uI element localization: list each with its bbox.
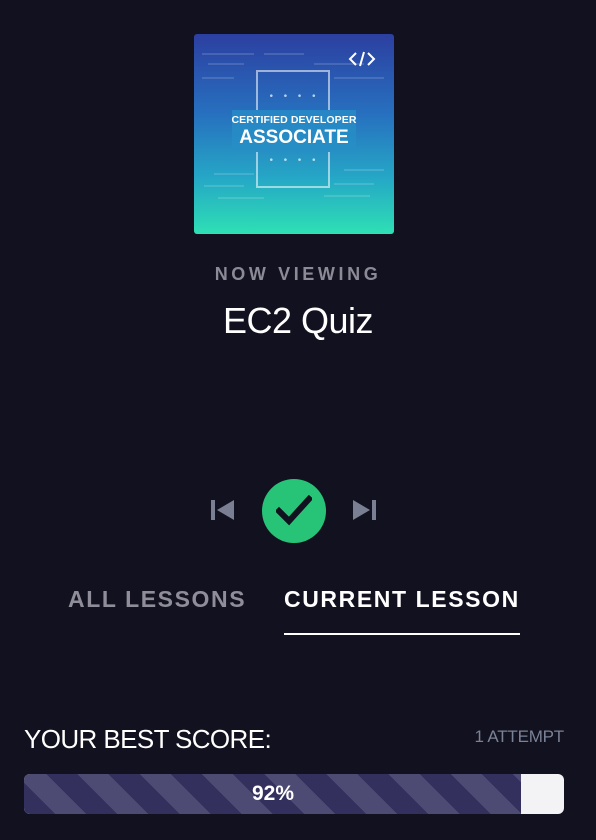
next-lesson-button[interactable]	[351, 498, 377, 522]
course-thumbnail[interactable]: • • • • • • • • CERTIFIED DEVELOPER ASSO…	[194, 34, 394, 234]
previous-lesson-button[interactable]	[210, 498, 236, 522]
skip-next-icon	[353, 500, 376, 520]
mark-complete-button[interactable]	[262, 479, 326, 543]
checkmark-icon	[276, 495, 312, 526]
card-title-line2: ASSOCIATE	[239, 127, 349, 148]
now-viewing-label: NOW VIEWING	[214, 264, 382, 284]
attempt-count: 1 ATTEMPT	[474, 727, 564, 746]
tab-all-lessons[interactable]: ALL LESSONS	[68, 586, 246, 613]
active-tab-underline	[284, 633, 520, 635]
lesson-title: EC2 Quiz	[222, 300, 374, 341]
code-icon	[348, 51, 376, 67]
tab-current-lesson[interactable]: CURRENT LESSON	[284, 586, 520, 613]
lesson-sidebar: • • • • • • • • CERTIFIED DEVELOPER ASSO…	[0, 0, 596, 840]
score-percent: 92%	[251, 782, 295, 805]
best-score-label: YOUR BEST SCORE:	[24, 724, 272, 754]
dots-top: • • • •	[268, 92, 320, 102]
score-progress-bar: 92%	[24, 774, 564, 814]
card-title-line1: CERTIFIED DEVELOPER	[231, 114, 357, 126]
skip-previous-icon	[211, 500, 234, 520]
dots-bottom: • • • •	[268, 156, 320, 166]
